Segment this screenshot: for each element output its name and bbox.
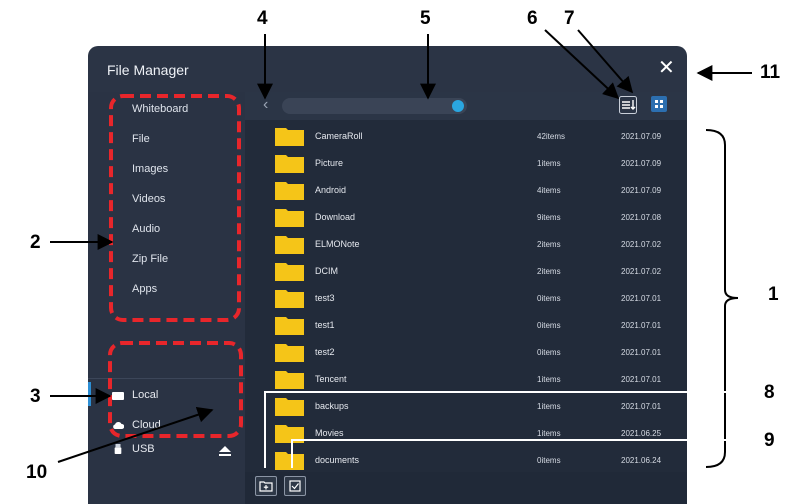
leader-9 (291, 439, 752, 468)
callout-8: 8 (764, 382, 775, 403)
callout-6: 6 (527, 8, 538, 29)
annotation-box-categories (109, 94, 241, 322)
callout-5: 5 (420, 8, 431, 29)
arrow-7 (577, 29, 634, 94)
callout-7: 7 (564, 8, 575, 29)
leader-8 (264, 391, 752, 468)
callout-3: 3 (30, 386, 41, 407)
callout-11: 11 (760, 62, 781, 83)
callout-4: 4 (257, 8, 268, 29)
bracket-1 (705, 129, 739, 468)
callout-10: 10 (26, 462, 48, 483)
callout-2: 2 (30, 232, 41, 253)
callout-1: 1 (768, 284, 779, 305)
callout-9: 9 (764, 430, 775, 451)
arrow-10 (57, 407, 214, 463)
annotation-overlay (50, 29, 752, 468)
